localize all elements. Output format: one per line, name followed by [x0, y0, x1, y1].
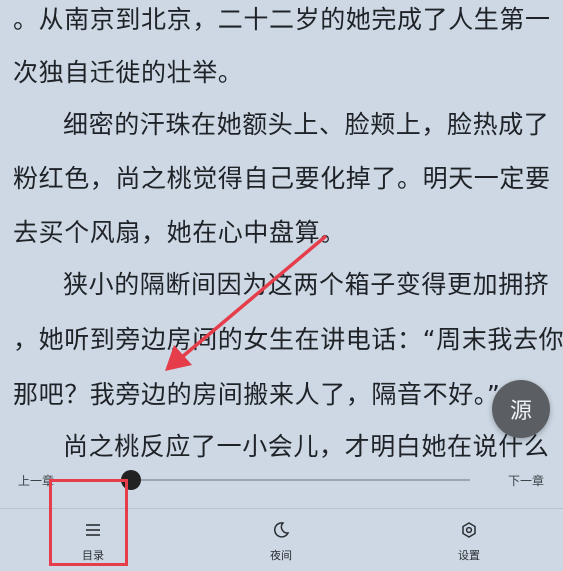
catalog-label: 目录 [82, 549, 104, 562]
next-chapter-button[interactable]: 下一章 [508, 472, 544, 489]
bottom-toolbar: 目录 夜间 设置 [0, 509, 563, 571]
text-line: 粉红色，尚之桃觉得自己要化掉了。明天一定要 [13, 164, 551, 193]
text-line: 次独自迁徙的壮举。 [13, 58, 244, 87]
source-button[interactable]: 源 [492, 380, 550, 438]
settings-label: 设置 [458, 549, 480, 562]
text-line: 狭小的隔断间因为这两个箱子变得更加拥挤 [63, 270, 550, 299]
source-button-label: 源 [509, 399, 532, 424]
list-icon [82, 519, 104, 541]
text-line: 细密的汗珠在她额头上、脸颊上，脸热成了 [63, 110, 550, 139]
gear-icon [458, 519, 480, 541]
text-line: 尚之桃反应了一小会儿，才明白她在说什么 [63, 432, 550, 458]
text-line: ，她听到旁边房间的女生在讲电话：“周末我去你 [13, 325, 563, 354]
text-line: 。从南京到北京，二十二岁的她完成了人生第一 [13, 5, 551, 34]
night-label: 夜间 [270, 549, 292, 562]
progress-slider-thumb[interactable] [120, 470, 141, 490]
text-line: 去买个风扇，她在心中盘算。 [13, 218, 346, 247]
night-mode-button[interactable]: 夜间 [236, 509, 326, 571]
prev-chapter-button[interactable]: 上一章 [18, 472, 54, 489]
progress-track[interactable] [93, 470, 470, 490]
settings-button[interactable]: 设置 [424, 509, 514, 571]
moon-icon [270, 519, 292, 541]
text-line: 那吧？我旁边的房间搬来人了，隔音不好。” [13, 380, 501, 409]
reader-text-area[interactable]: 。从南京到北京，二十二岁的她完成了人生第一 次独自迁徙的壮举。 细密的汗珠在她额… [0, 0, 563, 458]
catalog-button[interactable]: 目录 [48, 509, 138, 571]
chapter-progress-bar: 上一章 下一章 [0, 458, 563, 508]
